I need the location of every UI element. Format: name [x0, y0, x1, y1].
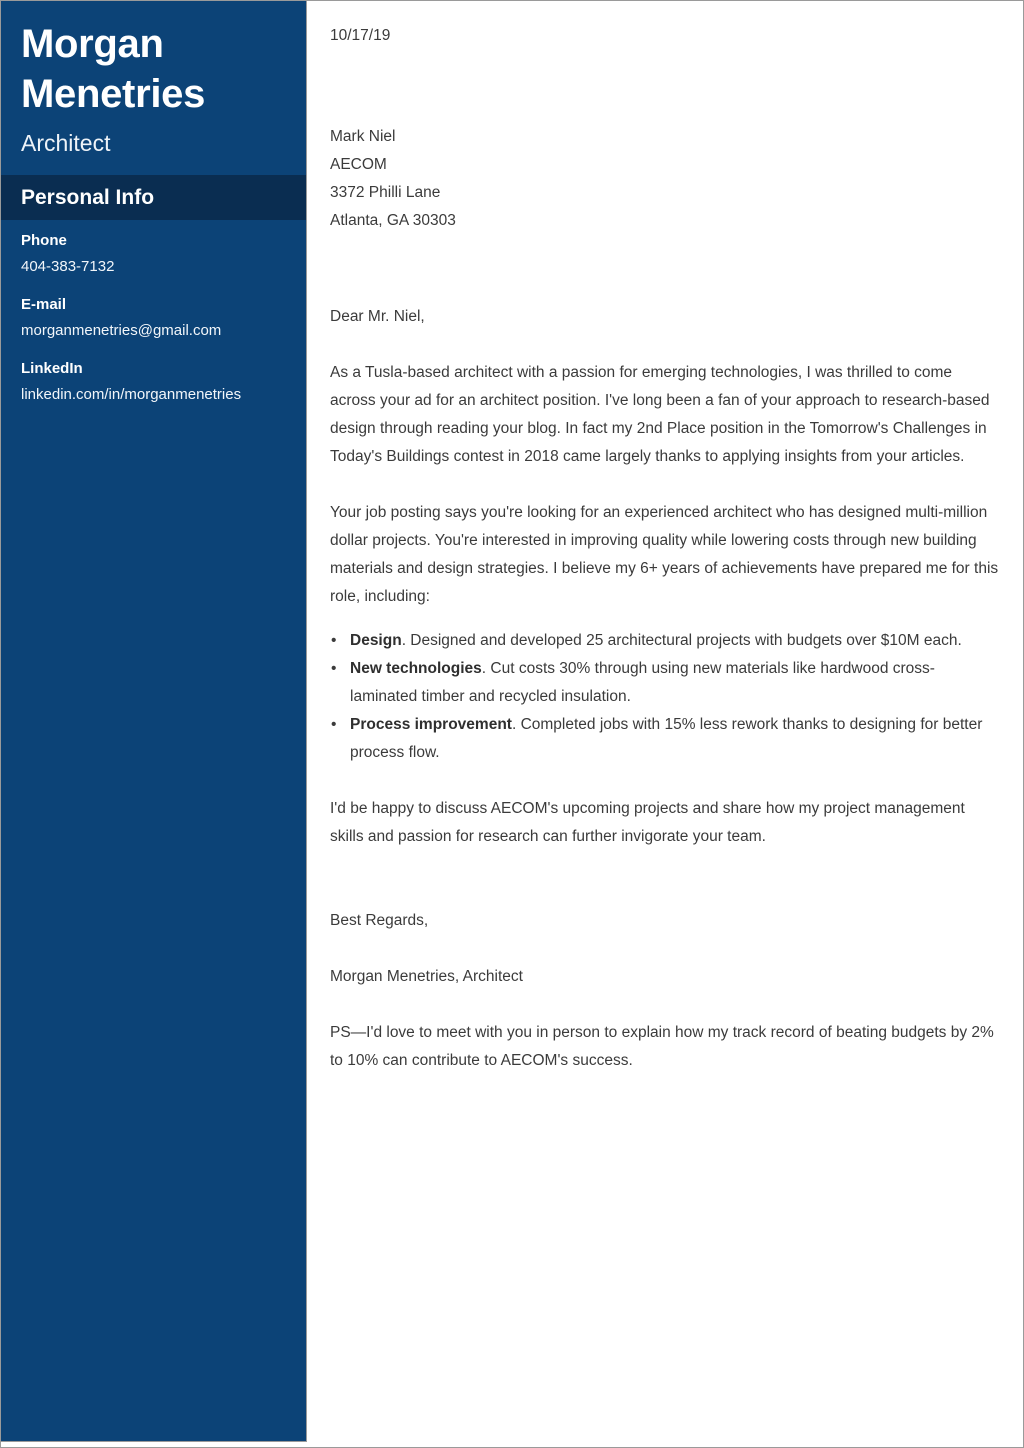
body-paragraph-1: As a Tusla-based architect with a passio… [330, 364, 990, 465]
signature-line: Morgan Menetries, Architect [330, 967, 523, 985]
contact-label-phone: Phone [21, 232, 67, 249]
list-item: • Process improvement. Completed jobs wi… [330, 711, 1000, 767]
list-item: • New technologies. Cut costs 30% throug… [330, 655, 1000, 711]
contact-item-phone: Phone 404-383-7132 [21, 231, 289, 277]
applicant-job-title: Architect [21, 130, 111, 156]
name-block: Morgan Menetries Architect [1, 1, 306, 157]
personal-info-label: Personal Info [21, 185, 155, 209]
list-item: • Design. Designed and developed 25 arch… [330, 627, 1000, 655]
recipient-street: 3372 Philli Lane [330, 184, 441, 201]
contact-label-email: E-mail [21, 296, 67, 313]
contact-label-linkedin: LinkedIn [21, 360, 83, 377]
bullet-text: . Designed and developed 25 architectura… [401, 631, 962, 649]
closing-salutation: Best Regards, [330, 911, 429, 929]
achievements-list: • Design. Designed and developed 25 arch… [330, 627, 1000, 767]
letter-body: 10/17/19 Mark Niel AECOM 3372 Philli Lan… [330, 1, 1000, 1090]
bullet-lead: Process improvement [350, 715, 512, 733]
salutation: Dear Mr. Niel, [330, 308, 425, 325]
bullet-lead: New technologies [350, 659, 482, 677]
cover-letter-page: Morgan Menetries Architect Personal Info… [0, 0, 1024, 1448]
body-paragraph-3: I'd be happy to discuss AECOM's upcoming… [330, 799, 965, 845]
letter-date: 10/17/19 [330, 27, 391, 44]
bullet-lead: Design [350, 631, 402, 649]
contact-value-email: morganmenetries@gmail.com [21, 322, 222, 339]
bullet-icon: • [331, 715, 337, 733]
contact-value-phone: 404-383-7132 [21, 258, 115, 275]
recipient-address-block: Mark Niel AECOM 3372 Philli Lane Atlanta… [330, 123, 1000, 235]
personal-info-section-header: Personal Info [1, 175, 306, 220]
sidebar: Morgan Menetries Architect Personal Info… [1, 1, 307, 1442]
contact-value-linkedin: linkedin.com/in/morganmenetries [21, 386, 242, 403]
bullet-icon: • [331, 659, 337, 677]
contact-item-email: E-mail morganmenetries@gmail.com [21, 295, 289, 341]
recipient-city-state-zip: Atlanta, GA 30303 [330, 212, 456, 229]
postscript: PS—I'd love to meet with you in person t… [330, 1023, 994, 1069]
applicant-name: Morgan Menetries [21, 22, 206, 116]
contact-list: Phone 404-383-7132 E-mail morganmenetrie… [1, 231, 307, 423]
contact-item-linkedin: LinkedIn linkedin.com/in/morganmenetries [21, 359, 289, 405]
bullet-icon: • [331, 631, 337, 649]
body-paragraph-2: Your job posting says you're looking for… [330, 504, 999, 605]
recipient-company: AECOM [330, 156, 387, 173]
recipient-name: Mark Niel [330, 128, 396, 145]
